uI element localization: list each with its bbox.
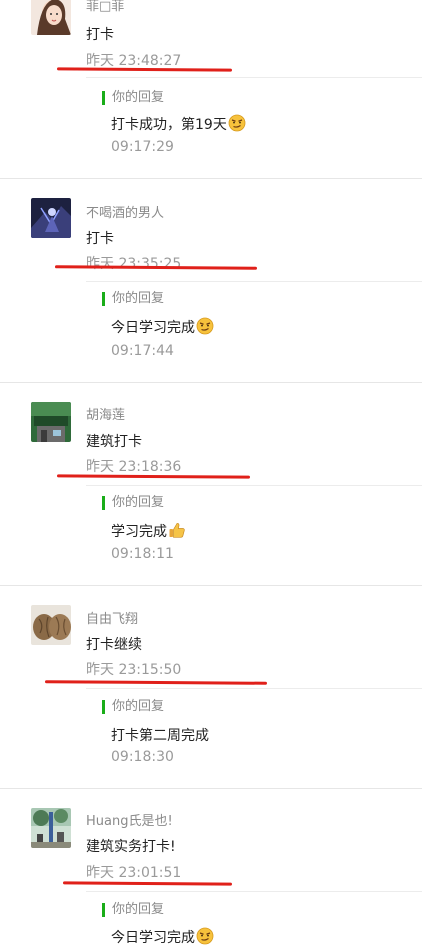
reply-time: 09:17:29 bbox=[111, 139, 174, 155]
avatar[interactable] bbox=[31, 605, 71, 645]
reply-text: 打卡成功，第19天 bbox=[111, 114, 246, 136]
comment-divider bbox=[0, 585, 422, 586]
comment-text: 打卡 bbox=[86, 27, 114, 43]
red-annotation-underline bbox=[44, 680, 268, 685]
reply-label: 你的回复 bbox=[102, 292, 164, 306]
avatar[interactable] bbox=[31, 402, 71, 442]
comment-text: 建筑实务打卡! bbox=[86, 839, 176, 855]
smirk-face-emoji-icon bbox=[196, 317, 214, 339]
commenter-name[interactable]: 胡海莲 bbox=[86, 404, 125, 423]
reply-text: 今日学习完成 bbox=[111, 317, 214, 339]
comment-time: 昨天 23:18:36 bbox=[86, 459, 182, 475]
thumbs-up-emoji-icon bbox=[168, 521, 186, 543]
comment-divider bbox=[0, 788, 422, 789]
commenter-name[interactable]: 自由飞翔 bbox=[86, 608, 138, 627]
reply-text: 学习完成 bbox=[111, 521, 186, 543]
avatar[interactable] bbox=[31, 198, 71, 238]
reply-separator bbox=[86, 688, 422, 689]
reply-label: 你的回复 bbox=[102, 496, 164, 510]
red-annotation-underline bbox=[62, 881, 233, 886]
reply-text: 今日学习完成 bbox=[111, 927, 214, 949]
reply-text: 打卡第二周完成 bbox=[111, 728, 209, 744]
comment-divider bbox=[0, 178, 422, 179]
reply-time: 09:18:30 bbox=[111, 749, 174, 765]
smirk-face-emoji-icon bbox=[196, 927, 214, 949]
reply-separator bbox=[86, 485, 422, 486]
avatar[interactable] bbox=[31, 0, 71, 35]
reply-separator bbox=[86, 891, 422, 892]
avatar[interactable] bbox=[31, 808, 71, 848]
red-annotation-underline bbox=[56, 67, 233, 72]
comment-text: 打卡继续 bbox=[86, 637, 142, 653]
commenter-name[interactable]: 不喝酒的男人 bbox=[86, 202, 164, 221]
red-annotation-underline bbox=[56, 474, 251, 479]
comment-time: 昨天 23:15:50 bbox=[86, 662, 182, 678]
comment-time: 昨天 23:35:25 bbox=[86, 256, 182, 272]
comment-text: 打卡 bbox=[86, 231, 114, 247]
reply-separator bbox=[86, 77, 422, 78]
reply-label: 你的回复 bbox=[102, 903, 164, 917]
comment-time: 昨天 23:01:51 bbox=[86, 865, 182, 881]
reply-label: 你的回复 bbox=[102, 700, 164, 714]
reply-separator bbox=[86, 281, 422, 282]
comment-divider bbox=[0, 382, 422, 383]
comment-text: 建筑打卡 bbox=[86, 434, 142, 450]
reply-time: 09:17:44 bbox=[111, 343, 174, 359]
smirk-face-emoji-icon bbox=[228, 114, 246, 136]
reply-label: 你的回复 bbox=[102, 91, 164, 105]
commenter-name[interactable]: 菲□菲 bbox=[86, 0, 124, 14]
commenter-name[interactable]: Huang氏是也! bbox=[86, 810, 173, 829]
reply-time: 09:18:11 bbox=[111, 546, 174, 562]
